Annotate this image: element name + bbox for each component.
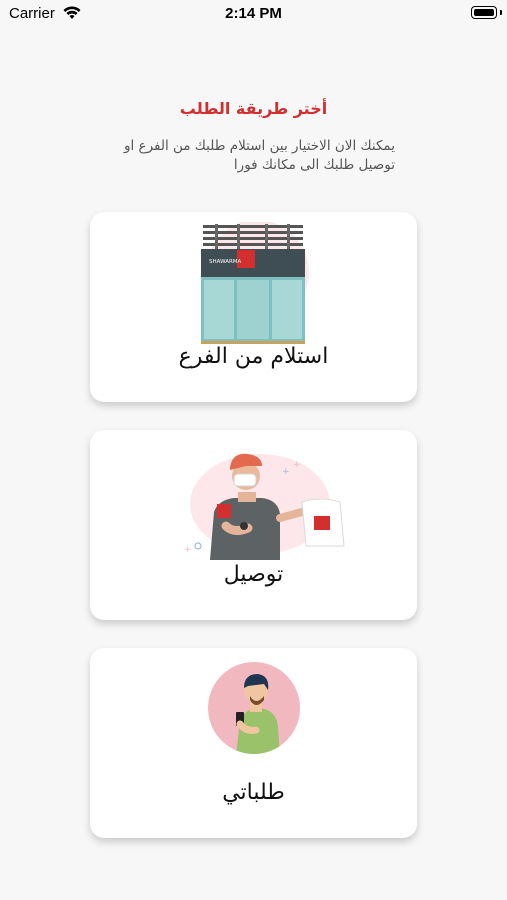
svg-text:+: + xyxy=(282,467,290,477)
shop-storefront-icon: SHAWARMA xyxy=(201,222,309,344)
page-title: أختر طريقة الطلب xyxy=(179,99,328,118)
battery-icon xyxy=(471,6,497,19)
svg-text:+: + xyxy=(293,460,301,470)
user-orders-icon xyxy=(208,662,300,754)
delivery-option-label: توصيل xyxy=(223,562,284,587)
delivery-man-icon: + + + xyxy=(184,453,345,560)
status-bar: Carrier 2:14 PM xyxy=(0,0,507,30)
my-orders-option-card[interactable]: طلباتي xyxy=(90,648,417,838)
svg-text:+: + xyxy=(184,545,192,555)
pickup-option-label: استلام من الفرع xyxy=(178,344,329,369)
store-sign-text: SHAWARMA xyxy=(209,259,242,265)
pickup-option-card[interactable]: SHAWARMA استلام من الفرع xyxy=(90,212,417,402)
page-subtitle: يمكنك الان الاختيار بين استلام طلبك من ا… xyxy=(123,138,395,173)
clock: 2:14 PM xyxy=(225,5,282,22)
my-orders-option-label: طلباتي xyxy=(222,780,285,805)
delivery-option-card[interactable]: + + + توصيل xyxy=(90,430,417,620)
